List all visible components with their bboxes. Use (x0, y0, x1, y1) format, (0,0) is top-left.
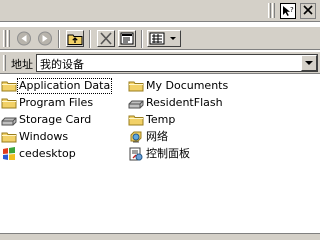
chevron-down-icon (305, 61, 313, 65)
list-item[interactable]: 控制面板 (128, 146, 192, 162)
address-dropdown-button[interactable] (301, 55, 317, 71)
help-icon: ? (283, 6, 294, 16)
title-bar: ? (0, 0, 320, 22)
address-combobox[interactable]: 我的设备 (36, 54, 318, 72)
list-item[interactable]: Program Files (1, 95, 95, 111)
delete-icon (100, 32, 112, 45)
address-value[interactable]: 我的设备 (40, 56, 84, 72)
forward-button[interactable] (36, 30, 54, 47)
item-label: cedesktop (19, 147, 76, 160)
list-item[interactable]: Storage Card (1, 112, 93, 128)
list-item[interactable]: Windows (1, 129, 70, 145)
back-icon (17, 31, 31, 46)
list-item[interactable]: My Documents (128, 78, 230, 94)
address-bar: 地址 我的设备 (0, 52, 320, 74)
back-button[interactable] (15, 30, 33, 47)
folder-icon (1, 98, 17, 109)
list-item[interactable]: Application Data (1, 78, 113, 94)
item-label: Storage Card (19, 113, 92, 126)
item-label: 网络 (146, 130, 168, 143)
folder-icon (1, 81, 17, 92)
close-button[interactable] (300, 3, 316, 19)
view-menu-button[interactable] (147, 30, 181, 47)
title-grip-2 (272, 3, 275, 18)
flash-drive-icon (128, 100, 144, 109)
toolbar-separator (89, 30, 91, 48)
storage-card-icon (1, 117, 17, 126)
close-icon (303, 5, 313, 15)
svg-text:?: ? (290, 6, 294, 14)
help-button[interactable]: ? (280, 3, 296, 19)
folder-icon (128, 115, 144, 126)
item-label: My Documents (146, 79, 229, 92)
delete-button[interactable] (97, 30, 115, 47)
item-label: Program Files (19, 96, 94, 109)
item-label: Application Data (17, 78, 113, 94)
view-menu-icon (149, 32, 176, 45)
toolbar-grip-2[interactable] (7, 30, 10, 47)
folder-icon (128, 81, 144, 92)
address-label: 地址 (11, 58, 33, 71)
folder-icon (1, 132, 17, 143)
windows-logo-icon (3, 147, 15, 160)
item-label: ResidentFlash (146, 96, 223, 109)
toolbar-separator (141, 30, 143, 48)
file-list[interactable]: Application Data Program Files Storage C… (0, 75, 320, 232)
up-folder-icon (67, 34, 83, 45)
up-folder-button[interactable] (66, 30, 84, 47)
item-label: 控制面板 (146, 147, 190, 160)
toolbar (0, 26, 320, 50)
item-label: Temp (146, 113, 176, 126)
list-item[interactable]: Temp (128, 112, 177, 128)
control-panel-icon (129, 147, 143, 161)
toolbar-separator (58, 30, 60, 48)
properties-icon (120, 32, 134, 45)
network-icon (130, 131, 142, 143)
title-grip (268, 3, 271, 18)
properties-button[interactable] (118, 30, 136, 47)
list-item[interactable]: 网络 (128, 129, 170, 145)
forward-icon (38, 31, 52, 46)
list-item[interactable]: cedesktop (1, 146, 78, 162)
bottom-bar (0, 233, 320, 240)
toolbar-grip[interactable] (3, 30, 6, 47)
list-item[interactable]: ResidentFlash (128, 95, 225, 111)
item-label: Windows (19, 130, 69, 143)
address-grip[interactable] (3, 55, 6, 71)
